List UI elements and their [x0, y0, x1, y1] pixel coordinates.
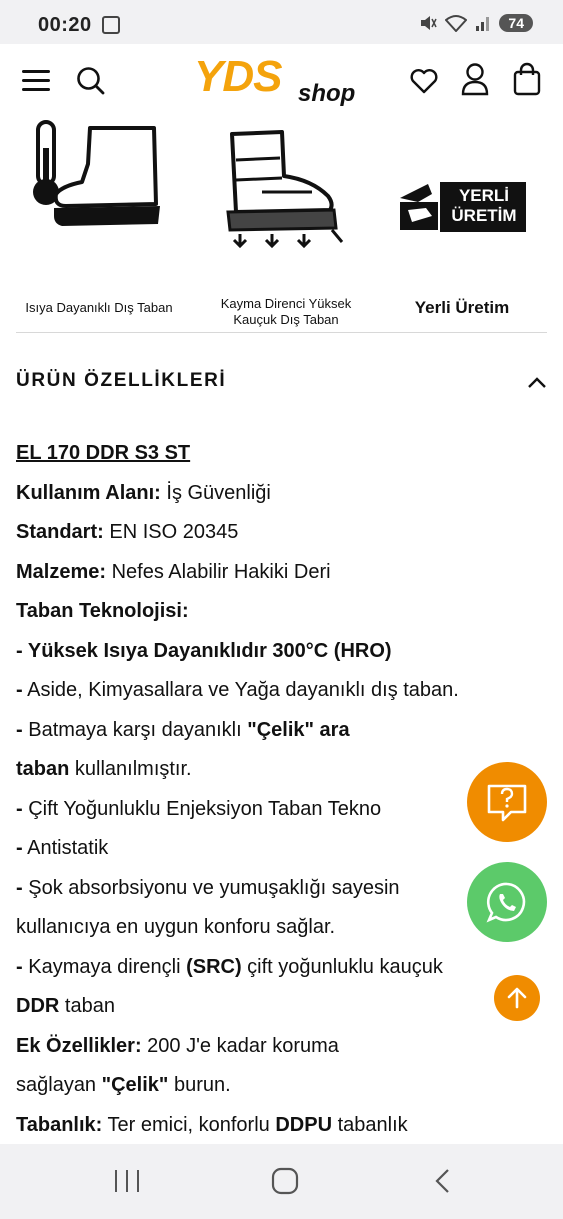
site-logo[interactable]: YDS shop [194, 52, 364, 107]
spec-sole-tech: Taban Teknolojisi: [16, 592, 551, 632]
cart-icon[interactable] [512, 62, 542, 96]
spec-model: EL 170 DDR S3 ST [16, 434, 551, 474]
spec-label: Tabanlık: [16, 1113, 103, 1136]
signal-icon [476, 17, 490, 31]
chevron-up-icon[interactable] [526, 372, 548, 394]
system-nav-bar [0, 1144, 563, 1219]
site-header: YDS shop [0, 44, 563, 116]
spec-dash: - [16, 955, 23, 978]
spec-standard: Standart: EN ISO 20345 [16, 513, 551, 553]
spec-label: Kullanım Alanı: [16, 481, 161, 504]
spec-bold-text: DDR [16, 995, 60, 1017]
back-icon[interactable] [430, 1166, 456, 1196]
spec-label: Standart: [16, 521, 104, 543]
battery-indicator: 74 [499, 14, 533, 32]
spec-label: Malzeme: [16, 560, 107, 583]
status-bar: 00:20 74 [0, 0, 563, 44]
arrow-up-icon [507, 987, 527, 1009]
feature-slip-resistant: Kayma Direnci Yüksek Kauçuk Dış Taban [196, 296, 376, 328]
feature-label: Isıya Dayanıklı Dış Taban [25, 300, 173, 315]
spec-extra: Ek Özellikler: 200 J'e kadar koruma [16, 1027, 551, 1067]
spec-line: - Antistatik [16, 829, 551, 869]
heart-icon[interactable] [409, 66, 439, 96]
domestic-production-icon: YERLİ ÜRETİM [398, 180, 528, 234]
spec-dash: - [16, 718, 23, 741]
page: YDS shop Isıya Dayanıklı Dış Taban Kayma… [0, 44, 563, 1144]
scroll-to-top-button[interactable] [494, 975, 540, 1021]
whatsapp-button[interactable] [467, 862, 547, 942]
model-link[interactable]: EL 170 DDR S3 ST [16, 442, 190, 464]
spec-text: burun. [168, 1074, 231, 1096]
screenshot-icon [102, 16, 120, 34]
spec-insole: Tabanlık: Ter emici, konforlu DDPU taban… [16, 1106, 551, 1145]
spec-line: - Batmaya karşı dayanıklı "Çelik" ara [16, 711, 551, 751]
spec-value: 200 J'e kadar koruma [141, 1034, 339, 1057]
heat-resistant-boot-icon [33, 120, 160, 226]
spec-dash: - [16, 679, 23, 701]
spec-text: Kaymaya dirençli [22, 955, 187, 978]
spec-text: Aside, Kimyasallara ve Yağa dayanıklı dı… [22, 679, 459, 701]
spec-text: Antistatik [22, 837, 109, 859]
spec-line: - Kaymaya dirençli (SRC) çift yoğunluklu… [16, 948, 551, 988]
spec-text: çift yoğunluklu kauçuk [241, 955, 443, 978]
home-icon[interactable] [270, 1166, 300, 1196]
slip-resistant-boot-icon [226, 130, 344, 249]
spec-value: EN ISO 20345 [103, 521, 239, 543]
badge-line2: ÜRETİM [451, 206, 517, 225]
whatsapp-icon [486, 882, 526, 923]
search-icon[interactable] [76, 66, 106, 96]
spec-text: Şok absorbsiyonu ve yumuşaklığı sayesin [22, 876, 400, 899]
section-divider [16, 332, 547, 333]
spec-value: tabanlık [332, 1113, 408, 1136]
spec-value: Ter emici, konforlu [102, 1113, 276, 1136]
spec-line: - Yüksek Isıya Dayanıklıdır 300°C (HRO) [16, 632, 551, 672]
recent-apps-icon[interactable] [112, 1168, 142, 1194]
spec-label: Taban Teknolojisi: [16, 600, 189, 622]
feature-label-line1: Kayma Direnci Yüksek [220, 296, 352, 311]
spec-line: - Aside, Kimyasallara ve Yağa dayanıklı … [16, 671, 551, 711]
spec-usage: Kullanım Alanı: İş Güvenliği [16, 474, 551, 514]
badge-line1: YERLİ [458, 186, 510, 205]
spec-text: sağlayan [16, 1074, 102, 1096]
spec-dash: - [16, 876, 23, 899]
spec-line: sağlayan "Çelik" burun. [16, 1066, 551, 1106]
mute-icon [421, 16, 438, 30]
status-icons: 74 [419, 14, 533, 32]
spec-text: kullanıcıya en uygun konforu sağlar. [16, 916, 336, 938]
spec-label: Ek Özellikler: [16, 1034, 142, 1057]
spec-text: Batmaya karşı dayanıklı [22, 718, 248, 741]
spec-dash: - [16, 837, 23, 859]
logo-main: YDS [194, 52, 282, 101]
status-time: 00:20 [38, 14, 92, 36]
wifi-icon [445, 15, 468, 32]
feature-heat-resistant: Isıya Dayanıklı Dış Taban [16, 300, 182, 315]
feature-domestic-production: Yerli Üretim [392, 298, 532, 318]
question-chat-icon [487, 784, 527, 822]
spec-line: DDR taban [16, 987, 551, 1027]
spec-text: taban [59, 995, 115, 1017]
spec-text: Çift Yoğunluklu Enjeksiyon Taban Tekno [22, 797, 382, 820]
menu-icon[interactable] [22, 70, 50, 92]
spec-dash: - [16, 797, 23, 820]
spec-bold-text: taban [16, 758, 70, 780]
feature-label-line2: Kauçuk Dış Taban [233, 312, 339, 327]
spec-bold-text: "Çelik" [101, 1074, 169, 1096]
spec-material: Malzeme: Nefes Alabilir Hakiki Deri [16, 553, 551, 593]
spec-value: İş Güvenliği [160, 481, 271, 504]
help-chat-button[interactable] [467, 762, 547, 842]
feature-label: Yerli Üretim [414, 298, 510, 317]
spec-bold-text: "Çelik" ara [247, 718, 350, 741]
spec-text: kullanılmıştır. [69, 758, 192, 780]
logo-sub: shop [298, 80, 356, 107]
spec-bold-text: DDPU [275, 1113, 333, 1136]
spec-bold-text: (SRC) [186, 955, 242, 978]
accordion-title[interactable]: ÜRÜN ÖZELLİKLERİ [16, 370, 226, 392]
spec-value: Nefes Alabilir Hakiki Deri [106, 560, 331, 583]
spec-bold-text: - Yüksek Isıya Dayanıklıdır 300°C (HRO) [16, 639, 392, 662]
user-icon[interactable] [460, 62, 490, 96]
feature-icons: Isıya Dayanıklı Dış Taban Kayma Direnci … [0, 116, 563, 328]
